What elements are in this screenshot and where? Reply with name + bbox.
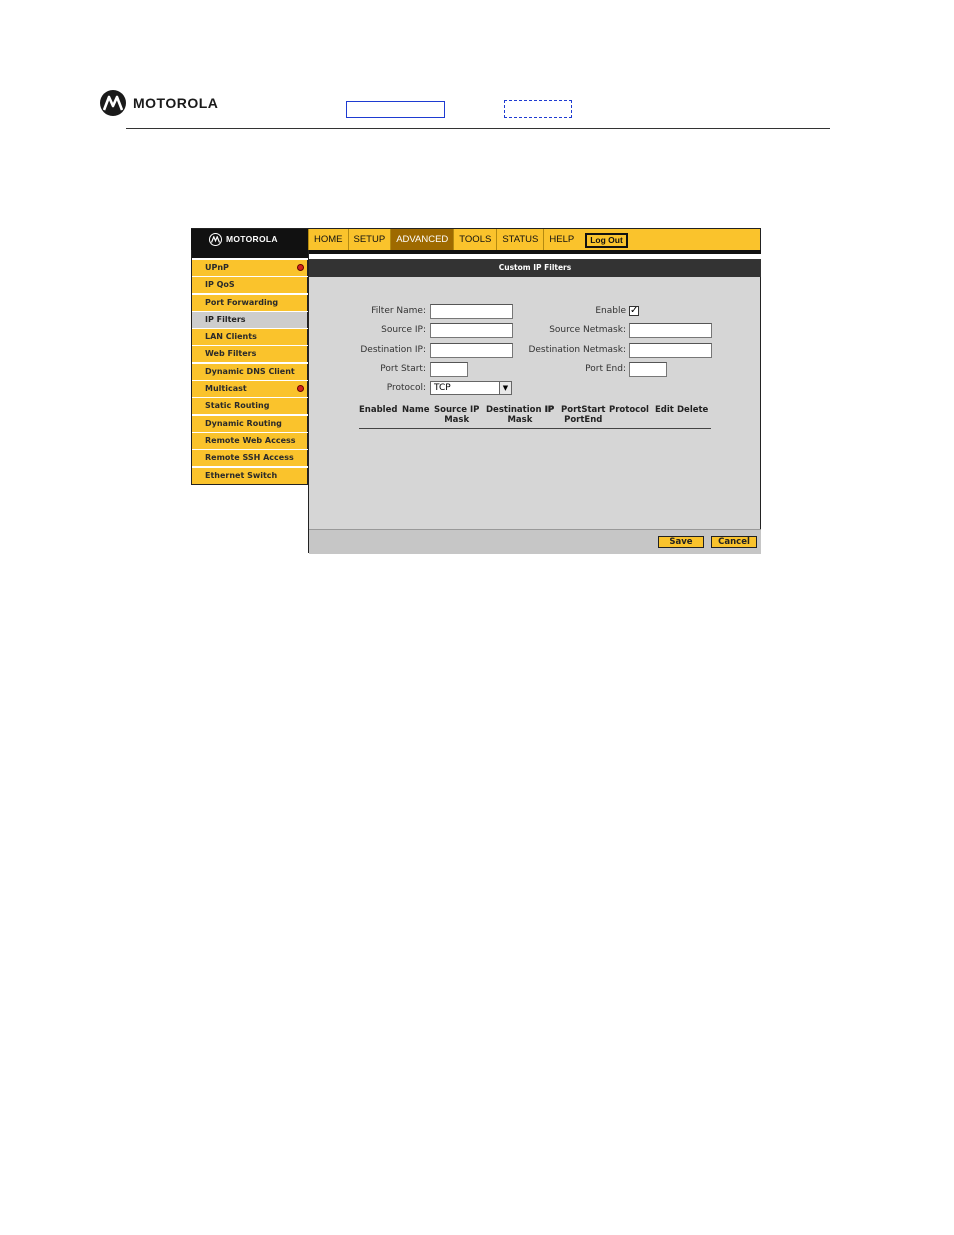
menu-item-help[interactable]: HELP xyxy=(543,229,579,251)
protocol-label: Protocol: xyxy=(386,383,426,393)
sidebar-item-lan-clients[interactable]: LAN Clients xyxy=(192,329,308,346)
motorola-logo-icon xyxy=(100,90,126,116)
destination-ip-input[interactable] xyxy=(430,343,513,358)
column-header-name: Name xyxy=(402,405,430,415)
menu-item-tools[interactable]: TOOLS xyxy=(453,229,496,251)
sidebar-item-label: UPnP xyxy=(205,263,229,272)
main-panel: Custom IP Filters Filter Name: Enable ✓ … xyxy=(308,250,761,554)
app-logo: MOTOROLA xyxy=(191,229,308,251)
destination-netmask-label: Destination Netmask: xyxy=(528,345,626,355)
source-ip-input[interactable] xyxy=(430,323,513,338)
source-netmask-input[interactable] xyxy=(629,323,712,338)
protocol-select[interactable]: TCP ▼ xyxy=(430,381,512,395)
sidebar-item-label: IP Filters xyxy=(205,314,246,324)
motorola-mini-logo-icon xyxy=(209,233,222,246)
sidebar-item-port-forwarding[interactable]: Port Forwarding xyxy=(192,294,308,311)
column-header-delete: Delete xyxy=(677,405,709,415)
sidebar-item-dynamic-dns-client[interactable]: Dynamic DNS Client xyxy=(192,363,308,380)
table-divider xyxy=(359,428,711,429)
sidebar-item-label: LAN Clients xyxy=(205,332,257,342)
enable-checkbox[interactable]: ✓ xyxy=(629,306,639,316)
sidebar-item-label: Multicast xyxy=(205,384,247,394)
sidebar-item-label: Dynamic DNS Client xyxy=(205,366,295,376)
column-header-ip: IP xyxy=(545,405,555,415)
alert-dot-icon xyxy=(297,264,304,271)
sidebar-item-multicast[interactable]: Multicast xyxy=(192,381,308,398)
sidebar-item-label: IP QoS xyxy=(205,280,235,290)
sidebar-menu: UPnP IP QoS Port Forwarding IP Filters L… xyxy=(192,260,308,485)
sidebar-item-label: Static Routing xyxy=(205,401,270,411)
nav-link-box[interactable] xyxy=(346,101,445,118)
port-start-input[interactable] xyxy=(430,362,468,377)
column-header-edit: Edit xyxy=(655,405,674,415)
sidebar-item-web-filters[interactable]: Web Filters xyxy=(192,346,308,363)
sidebar-item-static-routing[interactable]: Static Routing xyxy=(192,398,308,415)
menu-item-home[interactable]: HOME xyxy=(308,229,348,251)
section-title: Custom IP Filters xyxy=(309,259,761,277)
filter-name-input[interactable] xyxy=(430,304,513,319)
column-header-destination-ip-mask: Destination IP Mask xyxy=(486,405,554,425)
filter-name-label: Filter Name: xyxy=(371,306,426,316)
sidebar-item-label: Remote Web Access xyxy=(205,435,296,445)
menu-item-status[interactable]: STATUS xyxy=(496,229,543,251)
port-end-label: Port End: xyxy=(585,364,626,374)
sidebar-item-label: Dynamic Routing xyxy=(205,418,282,428)
sidebar-item-remote-ssh-access[interactable]: Remote SSH Access xyxy=(192,450,308,467)
page-brand: MOTOROLA xyxy=(133,95,219,111)
sidebar-item-label: Web Filters xyxy=(205,349,257,359)
action-bar: Save Cancel xyxy=(309,529,761,554)
menu-item-setup[interactable]: SETUP xyxy=(347,229,391,251)
column-header-protocol: Protocol xyxy=(609,405,649,415)
destination-netmask-input[interactable] xyxy=(629,343,712,358)
destination-ip-label: Destination IP: xyxy=(360,345,426,355)
column-header-source-ip-mask: Source IP Mask xyxy=(434,405,480,425)
source-ip-label: Source IP: xyxy=(381,325,426,335)
sidebar-item-label: Remote SSH Access xyxy=(205,453,294,463)
column-header-enabled: Enabled xyxy=(359,405,398,415)
sidebar-item-label: Port Forwarding xyxy=(205,297,279,307)
menu-item-advanced[interactable]: ADVANCED xyxy=(390,229,454,251)
dropdown-arrow-icon[interactable]: ▼ xyxy=(499,382,511,394)
top-navigation-bar: MOTOROLA HOME SETUP ADVANCED TOOLS STATU… xyxy=(191,228,761,251)
sidebar-item-upnp[interactable]: UPnP xyxy=(192,260,308,276)
logout-button[interactable]: Log Out xyxy=(585,232,628,248)
protocol-selected-value: TCP xyxy=(434,383,451,393)
sidebar: UPnP IP QoS Port Forwarding IP Filters L… xyxy=(191,250,308,485)
header-divider xyxy=(126,128,830,129)
nav-link-box-dashed[interactable] xyxy=(504,100,572,118)
source-netmask-label: Source Netmask: xyxy=(549,325,626,335)
main-menu: HOME SETUP ADVANCED TOOLS STATUS HELP Lo… xyxy=(308,229,628,251)
router-admin-screenshot: MOTOROLA HOME SETUP ADVANCED TOOLS STATU… xyxy=(191,228,761,554)
enable-label: Enable xyxy=(595,306,626,316)
sidebar-item-ip-filters[interactable]: IP Filters xyxy=(192,311,308,328)
sidebar-item-label: Ethernet Switch xyxy=(205,470,278,480)
cancel-button[interactable]: Cancel xyxy=(711,536,757,548)
save-button[interactable]: Save xyxy=(658,536,704,548)
sidebar-item-remote-web-access[interactable]: Remote Web Access xyxy=(192,432,308,449)
port-end-input[interactable] xyxy=(629,362,667,377)
port-start-label: Port Start: xyxy=(380,364,426,374)
sidebar-item-ip-qos[interactable]: IP QoS xyxy=(192,277,308,294)
sidebar-item-dynamic-routing[interactable]: Dynamic Routing xyxy=(192,415,308,432)
sidebar-item-ethernet-switch[interactable]: Ethernet Switch xyxy=(192,467,308,484)
app-brand: MOTOROLA xyxy=(226,234,278,244)
sidebar-header-strip xyxy=(192,250,308,258)
alert-dot-icon xyxy=(297,385,304,393)
column-header-portstart-portend: PortStart PortEnd xyxy=(561,405,606,425)
